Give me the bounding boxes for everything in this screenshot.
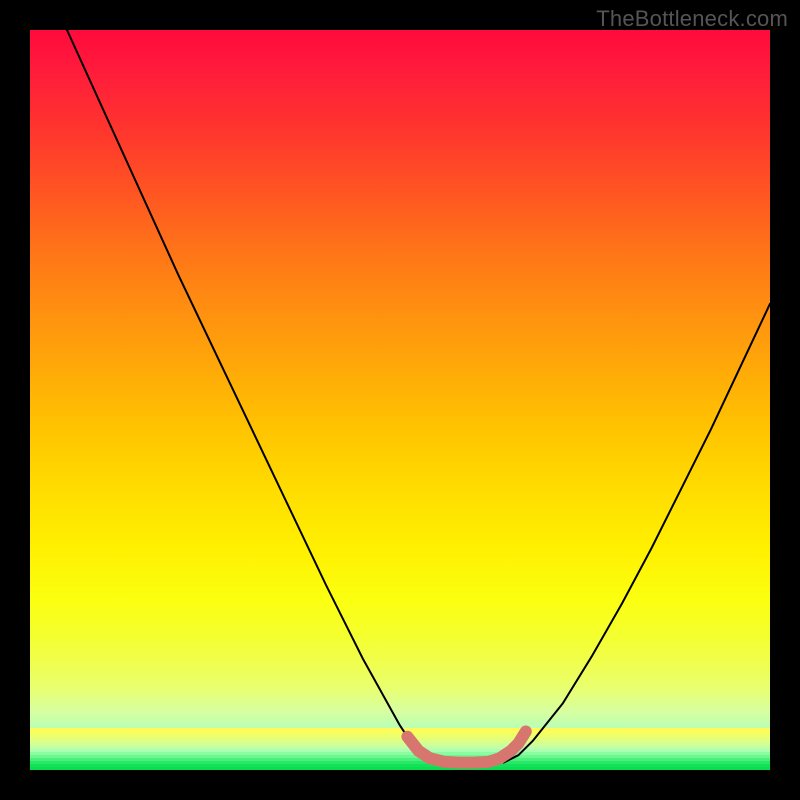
- chart-plot-area: [30, 30, 770, 770]
- watermark-text: TheBottleneck.com: [596, 6, 788, 32]
- chart-svg: [30, 30, 770, 770]
- series-right-branch: [504, 304, 770, 763]
- series-left-branch: [67, 30, 441, 763]
- series-valley-highlight: [407, 732, 525, 763]
